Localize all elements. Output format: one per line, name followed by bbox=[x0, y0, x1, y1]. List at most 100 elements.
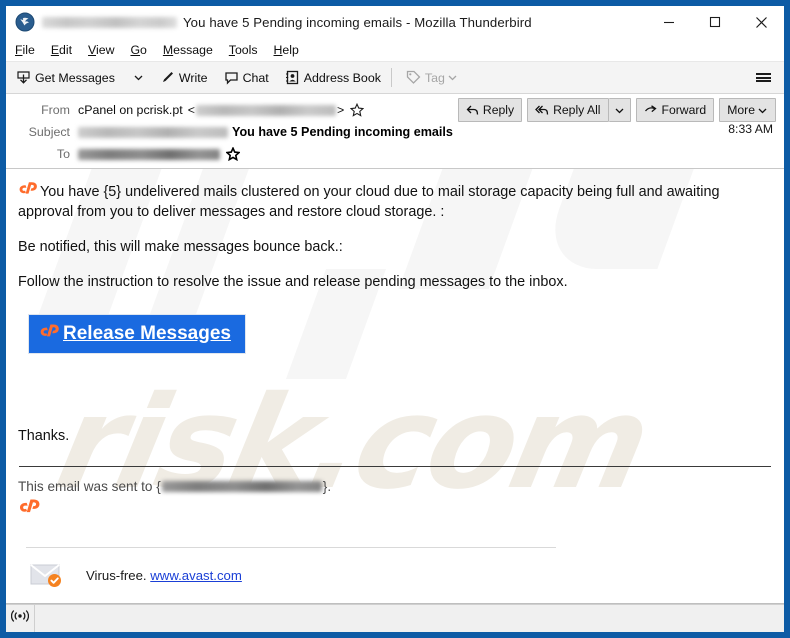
menu-message-rest: essage bbox=[173, 42, 213, 57]
hamburger-line-2 bbox=[755, 76, 771, 79]
menu-help[interactable]: Help bbox=[274, 43, 299, 57]
reply-arrow-icon bbox=[466, 104, 479, 117]
menu-edit[interactable]: Edit bbox=[51, 43, 72, 57]
from-label: From bbox=[41, 103, 70, 117]
chat-button[interactable]: Chat bbox=[218, 64, 275, 91]
menu-message[interactable]: Message bbox=[163, 43, 213, 57]
from-bracket-open: < bbox=[187, 103, 195, 117]
subject-value: You have 5 Pending incoming emails bbox=[78, 125, 453, 139]
avast-footer: Virus-free. www.avast.com bbox=[18, 562, 772, 588]
menu-go-rest: o bbox=[140, 42, 147, 57]
menu-go[interactable]: Go bbox=[130, 43, 146, 57]
forward-arrow-icon bbox=[644, 104, 658, 117]
reply-all-button[interactable]: Reply All bbox=[527, 98, 609, 122]
message-body: risk.com You have {5} undelivered mails … bbox=[6, 169, 784, 604]
menu-view[interactable]: View bbox=[88, 43, 114, 57]
close-button[interactable] bbox=[738, 6, 784, 38]
forward-button[interactable]: Forward bbox=[635, 98, 715, 122]
app-menu-button[interactable] bbox=[750, 62, 776, 93]
message-body-content: You have {5} undelivered mails clustered… bbox=[6, 169, 784, 588]
more-chevron-down-icon bbox=[757, 105, 768, 116]
reply-toolbar: Reply Reply All Forward More bbox=[453, 98, 776, 122]
address-book-button[interactable]: Address Book bbox=[279, 64, 387, 91]
star-icon-from[interactable] bbox=[350, 103, 365, 117]
tag-button[interactable]: Tag bbox=[400, 64, 464, 91]
hamburger-line-3 bbox=[755, 80, 771, 83]
status-bar bbox=[6, 604, 784, 632]
thanks-text: Thanks. bbox=[18, 428, 70, 444]
hamburger-line-1 bbox=[755, 72, 771, 75]
reply-button[interactable]: Reply bbox=[457, 98, 523, 122]
more-label: More bbox=[727, 103, 755, 117]
menu-tools[interactable]: Tools bbox=[229, 43, 258, 57]
status-indicator-cell[interactable] bbox=[6, 605, 35, 632]
sent-to-suffix: }. bbox=[322, 479, 332, 494]
address-book-label: Address Book bbox=[303, 70, 381, 85]
from-address-redacted bbox=[195, 104, 336, 116]
to-address-redacted bbox=[78, 148, 220, 160]
menu-go-accel: G bbox=[130, 42, 141, 57]
cpanel-logo-footer bbox=[18, 498, 772, 521]
menu-edit-accel: E bbox=[50, 42, 60, 57]
menu-bar: File Edit View Go Message Tools Help bbox=[6, 38, 784, 62]
broadcast-icon bbox=[10, 609, 30, 628]
get-messages-label: Get Messages bbox=[35, 70, 115, 85]
title-bar: You have 5 Pending incoming emails - Moz… bbox=[6, 6, 784, 38]
sent-to-address-redacted bbox=[161, 481, 322, 492]
chat-label: Chat bbox=[242, 70, 269, 85]
get-messages-dropdown[interactable] bbox=[125, 64, 150, 91]
menu-view-rest: iew bbox=[96, 42, 115, 57]
message-paragraph-2: Be notified, this will make messages bou… bbox=[18, 239, 343, 255]
menu-edit-rest: dit bbox=[59, 42, 73, 57]
message-paragraph-1: You have {5} undelivered mails clustered… bbox=[18, 181, 772, 222]
window-controls bbox=[646, 6, 784, 38]
message-paragraph-1-text: You have {5} undelivered mails clustered… bbox=[18, 184, 720, 220]
pencil-icon bbox=[160, 70, 175, 85]
menu-tools-rest: ools bbox=[234, 42, 258, 57]
to-label: To bbox=[56, 147, 70, 161]
avast-envelope-icon bbox=[30, 562, 68, 588]
virus-free-label: Virus-free. bbox=[86, 567, 147, 583]
menu-file[interactable]: File bbox=[15, 43, 35, 57]
message-paragraph-3: Follow the instruction to resolve the is… bbox=[18, 274, 568, 290]
message-time: 8:33 AM bbox=[728, 122, 773, 136]
subject-prefix-redacted bbox=[78, 126, 228, 138]
release-messages-button[interactable]: Release Messages bbox=[28, 314, 246, 354]
menu-view-accel: V bbox=[88, 42, 97, 57]
thunderbird-icon bbox=[15, 12, 35, 32]
sent-to-line: This email was sent to { }. bbox=[18, 479, 772, 494]
star-icon-to[interactable] bbox=[226, 147, 240, 161]
maximize-button[interactable] bbox=[692, 6, 738, 38]
subject-text: You have 5 Pending incoming emails bbox=[232, 125, 453, 139]
address-book-icon bbox=[285, 70, 300, 85]
write-button[interactable]: Write bbox=[154, 64, 214, 91]
get-messages-button[interactable]: Get Messages bbox=[10, 64, 121, 91]
toolbar-separator bbox=[390, 68, 392, 87]
subject-row: Subject You have 5 Pending incoming emai… bbox=[6, 121, 784, 143]
avast-link[interactable]: www.avast.com bbox=[150, 568, 242, 583]
reply-all-label: Reply All bbox=[553, 103, 601, 117]
subject-label: Subject bbox=[28, 125, 70, 139]
title-redacted-prefix bbox=[42, 16, 177, 28]
body-divider bbox=[19, 466, 771, 467]
chevron-down-icon bbox=[133, 72, 144, 83]
from-value[interactable]: cPanel on pcrisk.pt < > bbox=[78, 103, 365, 117]
message-header: Reply Reply All Forward More From cPanel… bbox=[6, 94, 784, 169]
cpanel-logo-icon-button bbox=[39, 323, 61, 345]
more-button[interactable]: More bbox=[719, 98, 776, 122]
menu-file-accel: F bbox=[15, 42, 23, 57]
reply-label: Reply bbox=[482, 103, 515, 117]
main-toolbar: Get Messages Write Chat Address Book Tag bbox=[6, 62, 784, 94]
tag-icon bbox=[406, 70, 421, 85]
menu-message-accel: M bbox=[162, 42, 174, 57]
chat-bubble-icon bbox=[224, 70, 239, 85]
minimize-button[interactable] bbox=[646, 6, 692, 38]
sent-to-prefix: This email was sent to { bbox=[18, 479, 161, 494]
from-display-name: cPanel on pcrisk.pt bbox=[78, 103, 183, 117]
window-title: You have 5 Pending incoming emails - Moz… bbox=[183, 14, 532, 30]
reply-all-group: Reply All bbox=[527, 98, 631, 122]
tag-label: Tag bbox=[424, 70, 445, 85]
cpanel-logo-icon bbox=[18, 181, 39, 203]
reply-all-dropdown[interactable] bbox=[608, 98, 631, 122]
to-value[interactable] bbox=[78, 147, 240, 161]
